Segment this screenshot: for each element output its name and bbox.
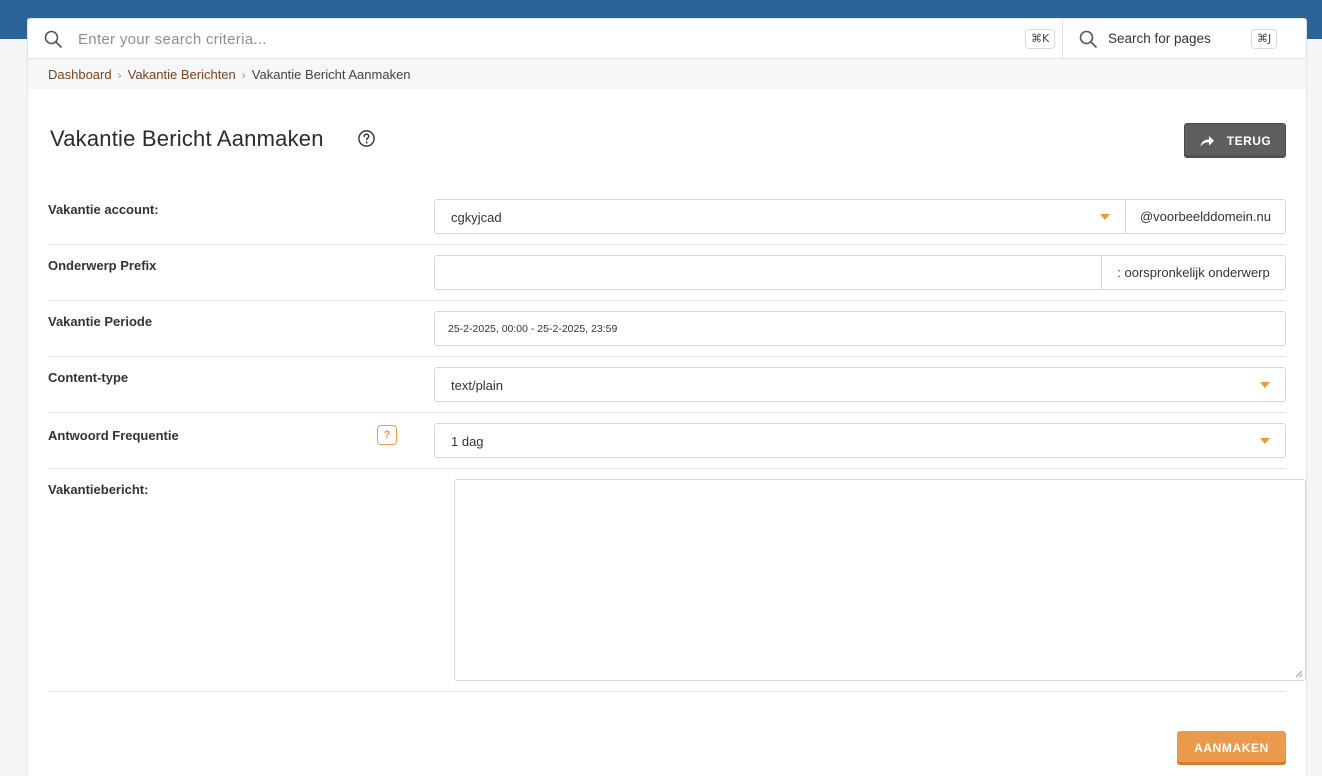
resize-handle-icon[interactable] bbox=[1295, 670, 1303, 678]
search-pages-label: Search for pages bbox=[1108, 31, 1211, 46]
chevron-down-icon bbox=[1100, 214, 1110, 220]
account-label: Vakantie account: bbox=[48, 202, 159, 217]
message-label: Vakantiebericht: bbox=[48, 482, 149, 497]
period-input[interactable]: 25-2-2025, 00:00 - 25-2-2025, 23:59 bbox=[434, 311, 1286, 346]
period-input-value: 25-2-2025, 00:00 - 25-2-2025, 23:59 bbox=[448, 323, 618, 335]
share-arrow-icon bbox=[1200, 135, 1214, 146]
main-panel: ⌘K Search for pages ⌘J Dashboard › Vakan… bbox=[27, 18, 1307, 776]
account-select[interactable]: cgkyjcad bbox=[434, 199, 1126, 234]
search-bar: ⌘K Search for pages ⌘J bbox=[28, 19, 1306, 59]
content-type-select[interactable]: text/plain bbox=[434, 367, 1286, 402]
prefix-input[interactable] bbox=[434, 255, 1102, 290]
content-type-label: Content-type bbox=[48, 370, 129, 385]
back-button[interactable]: TERUG bbox=[1184, 123, 1286, 158]
form-row-content-type: Content-type text/plain bbox=[48, 357, 1286, 413]
breadcrumb-vakantie-berichten-link[interactable]: Vakantie Berichten bbox=[128, 67, 236, 82]
account-select-value: cgkyjcad bbox=[451, 210, 502, 225]
page-title: Vakantie Bericht Aanmaken bbox=[50, 126, 324, 151]
breadcrumb-current: Vakantie Bericht Aanmaken bbox=[251, 67, 411, 82]
prefix-label: Onderwerp Prefix bbox=[48, 258, 157, 273]
chevron-right-icon: › bbox=[117, 67, 122, 82]
breadcrumb: Dashboard › Vakantie Berichten › Vakanti… bbox=[48, 67, 411, 82]
frequency-select[interactable]: 1 dag bbox=[434, 423, 1286, 458]
search-pages-icon bbox=[1079, 30, 1097, 48]
search-pages-shortcut-badge: ⌘J bbox=[1251, 29, 1278, 49]
back-button-label: TERUG bbox=[1226, 133, 1272, 148]
frequency-help-icon[interactable]: ? bbox=[377, 425, 397, 445]
form-row-period: Vakantie Periode 25-2-2025, 00:00 - 25-2… bbox=[48, 301, 1286, 357]
period-label: Vakantie Periode bbox=[48, 314, 153, 329]
search-pages-button[interactable]: Search for pages ⌘J bbox=[1062, 19, 1306, 59]
prefix-suffix-addon: : oorspronkelijk onderwerp bbox=[1101, 255, 1286, 290]
chevron-down-icon bbox=[1260, 438, 1270, 444]
create-button[interactable]: AANMAKEN bbox=[1177, 731, 1286, 765]
global-search: ⌘K bbox=[28, 19, 1062, 59]
form-row-frequency: Antwoord Frequentie ? 1 dag bbox=[48, 413, 1286, 469]
account-domain-addon: @voorbeelddomein.nu bbox=[1125, 199, 1286, 234]
frequency-select-value: 1 dag bbox=[451, 434, 484, 449]
form-row-account: Vakantie account: cgkyjcad @voorbeelddom… bbox=[48, 189, 1286, 245]
frequency-label: Antwoord Frequentie bbox=[48, 428, 179, 443]
search-input[interactable] bbox=[78, 28, 978, 50]
chevron-down-icon bbox=[1260, 382, 1270, 388]
question-circle-icon[interactable] bbox=[357, 129, 376, 148]
search-shortcut-badge: ⌘K bbox=[1025, 29, 1056, 49]
content-type-select-value: text/plain bbox=[451, 378, 504, 393]
message-textarea[interactable] bbox=[454, 479, 1306, 681]
form-row-prefix: Onderwerp Prefix : oorspronkelijk onderw… bbox=[48, 245, 1286, 301]
breadcrumb-dashboard-link[interactable]: Dashboard bbox=[48, 67, 112, 82]
chevron-right-icon: › bbox=[241, 67, 246, 82]
form-row-message: Vakantiebericht: bbox=[48, 469, 1306, 692]
breadcrumb-bar: Dashboard › Vakantie Berichten › Vakanti… bbox=[28, 60, 1306, 89]
search-icon bbox=[44, 30, 62, 48]
